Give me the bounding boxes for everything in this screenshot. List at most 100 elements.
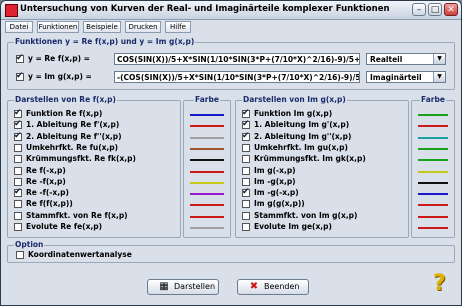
im-function-checkbox[interactable] [16, 71, 24, 81]
im-function-input[interactable]: -(COS(SIN(X))/5+X*SIN(1/10*SIN(3*P+(7/10… [114, 71, 360, 83]
im_panel-item-5-label: Im g(-x,p) [254, 165, 296, 175]
im_panel-item-7-label: Im -g(-x,p) [254, 188, 299, 198]
im_panel-item-10-checkbox[interactable] [242, 223, 250, 231]
re_panel-item-1-checkbox[interactable] [14, 119, 22, 130]
im_panel-item-1-checkbox[interactable] [242, 119, 250, 130]
re_panel-item-3-color-swatch[interactable] [190, 147, 224, 150]
re_panel-item-6-checkbox[interactable] [14, 177, 22, 186]
menu-beispiele[interactable]: Beispiele [83, 21, 121, 33]
im_panel-item-2-color-swatch[interactable] [418, 136, 448, 139]
darstellen-button-label: Darstellen [174, 282, 216, 291]
re_panel-item-8-color-swatch[interactable] [190, 204, 224, 207]
im_panel-item-8-color-swatch[interactable] [418, 204, 448, 207]
im_panel-item-8-checkbox[interactable] [242, 200, 250, 209]
grid-icon: ▦ [159, 281, 169, 292]
im-part-select-value: Imaginärteil [370, 73, 422, 82]
beenden-button-label: Beenden [264, 282, 300, 291]
im_panel-item-7-color-swatch[interactable] [418, 193, 448, 196]
im_panel-item-9-checkbox[interactable] [242, 211, 250, 220]
menu-drucken[interactable]: Drucken [125, 21, 161, 33]
re_panel-item-8-label: Re f(f(x,p)) [26, 199, 73, 209]
re_panel-item-9-checkbox[interactable] [14, 211, 22, 220]
im_panel-item-4-color-swatch[interactable] [418, 159, 448, 162]
functions-group: Funktionen y = Re f(x,p) und y = Im g(x,… [7, 37, 455, 90]
im-part-select[interactable]: Imaginärteil ▼ [366, 71, 446, 83]
re_panel-item-1-color-swatch[interactable] [190, 125, 224, 128]
re_panel-item-9-label: Stammfkt. von Re f(x,p) [26, 210, 128, 220]
menu-hilfe[interactable]: Hilfe [165, 21, 191, 33]
re_panel-item-0-label: Funktion Re f(x,p) [26, 109, 103, 118]
re_panel-item-0-checkbox[interactable] [14, 108, 22, 118]
im_panel-item-4-label: Krümmungsfkt. Im gk(x,p) [254, 154, 366, 164]
im_panel-item-3-checkbox[interactable] [242, 143, 250, 152]
re_panel-item-3-label: Umkehrfkt. Re fu(x,p) [26, 142, 119, 152]
re_panel-item-6-color-swatch[interactable] [190, 181, 224, 184]
darstellen-button[interactable]: ▦ Darstellen [147, 279, 219, 295]
close-button[interactable]: ✕ [444, 3, 458, 16]
re_panel-item-4-checkbox[interactable] [14, 155, 22, 164]
im_panel-item-1-label: 1. Ableitung Im g'(x,p) [254, 120, 350, 130]
im-display-group-label: Darstellen von Im g(x,p) [242, 95, 347, 104]
re-function-label: y = Re f(x,p) = [28, 54, 90, 63]
im_panel-item-9-label: Stammfkt. von Im g(x,p) [254, 210, 358, 220]
option-group-label: Option [14, 240, 45, 249]
re-color-group-label: Farbe [194, 95, 220, 104]
im_panel-item-5-color-swatch[interactable] [418, 170, 448, 173]
re-function-input[interactable]: COS(SIN(X))/5+X*SIN(1/10*SIN(3*P+(7/10*X… [114, 53, 360, 65]
im_panel-item-10-color-swatch[interactable] [418, 227, 448, 229]
im_panel-item-6-checkbox[interactable] [242, 177, 250, 186]
im-color-group-label: Farbe [420, 95, 446, 104]
re_panel-item-3-checkbox[interactable] [14, 143, 22, 152]
menu-funktionen[interactable]: Funktionen [37, 21, 79, 33]
im_panel-item-0-checkbox[interactable] [242, 108, 250, 118]
re-part-select-value: Realteil [370, 55, 403, 64]
re_panel-item-2-checkbox[interactable] [14, 131, 22, 141]
re_panel-item-10-color-swatch[interactable] [190, 227, 224, 229]
re_panel-item-7-checkbox[interactable] [14, 187, 22, 198]
chevron-down-icon[interactable]: ▼ [433, 72, 445, 82]
im-function-label: y = Im g(x,p) = [28, 72, 92, 81]
close-icon: ✖ [249, 281, 259, 292]
re_panel-item-10-checkbox[interactable] [14, 223, 22, 231]
re_panel-item-0-color-swatch[interactable] [190, 114, 224, 116]
re_panel-item-4-label: Krümmungsfkt. Re fk(x,p) [26, 154, 136, 164]
app-icon [5, 4, 18, 17]
re-display-group: Darstellen von Re f(x,p) Funktion Re f(x… [7, 95, 181, 238]
im_panel-item-7-checkbox[interactable] [242, 187, 250, 198]
help-icon[interactable]: ? [433, 271, 446, 296]
beenden-button[interactable]: ✖ Beenden [237, 279, 309, 295]
re_panel-item-7-color-swatch[interactable] [190, 193, 224, 196]
re_panel-item-5-color-swatch[interactable] [190, 170, 224, 173]
title-bar: Untersuchung von Kurven der Real- und Im… [1, 1, 461, 20]
im_panel-item-3-label: Umkehrfkt. Im gu(x,p) [254, 142, 348, 152]
im_panel-item-10-label: Evolute Im ge(x,p) [254, 222, 332, 231]
re_panel-item-4-color-swatch[interactable] [190, 159, 224, 162]
re-function-checkbox[interactable] [16, 53, 24, 63]
main-window: Untersuchung von Kurven der Real- und Im… [0, 0, 462, 306]
re_panel-item-2-label: 2. Ableitung Re f''(x,p) [26, 131, 122, 141]
im-display-group: Darstellen von Im g(x,p) Funktion Im g(x… [235, 95, 409, 238]
re-part-select[interactable]: Realteil ▼ [366, 53, 446, 65]
maximize-button[interactable]: □ [428, 3, 442, 16]
im_panel-item-0-color-swatch[interactable] [418, 114, 448, 116]
re_panel-item-8-checkbox[interactable] [14, 200, 22, 209]
im_panel-item-1-color-swatch[interactable] [418, 125, 448, 128]
im_panel-item-5-checkbox[interactable] [242, 166, 250, 175]
im_panel-item-9-color-swatch[interactable] [418, 215, 448, 218]
option-group: Option Koordinatenwertanalyse [7, 240, 455, 263]
chevron-down-icon[interactable]: ▼ [433, 54, 445, 64]
re_panel-item-2-color-swatch[interactable] [190, 136, 224, 139]
re_panel-item-7-label: Re -f(-x,p) [26, 188, 69, 198]
im_panel-item-2-checkbox[interactable] [242, 131, 250, 141]
koordinatenwertanalyse-checkbox[interactable] [16, 251, 24, 259]
im_panel-item-3-color-swatch[interactable] [418, 147, 448, 150]
re_panel-item-5-checkbox[interactable] [14, 166, 22, 175]
re-display-group-label: Darstellen von Re f(x,p) [14, 95, 117, 104]
re_panel-item-9-color-swatch[interactable] [190, 215, 224, 218]
minimize-button[interactable]: – [412, 3, 426, 16]
im_panel-item-2-label: 2. Ableitung Im g''(x,p) [254, 131, 352, 141]
im_panel-item-0-label: Funktion Im g(x,p) [254, 109, 333, 118]
im_panel-item-4-checkbox[interactable] [242, 155, 250, 164]
menu-datei[interactable]: Datei [5, 21, 33, 33]
im_panel-item-6-color-swatch[interactable] [418, 181, 448, 184]
